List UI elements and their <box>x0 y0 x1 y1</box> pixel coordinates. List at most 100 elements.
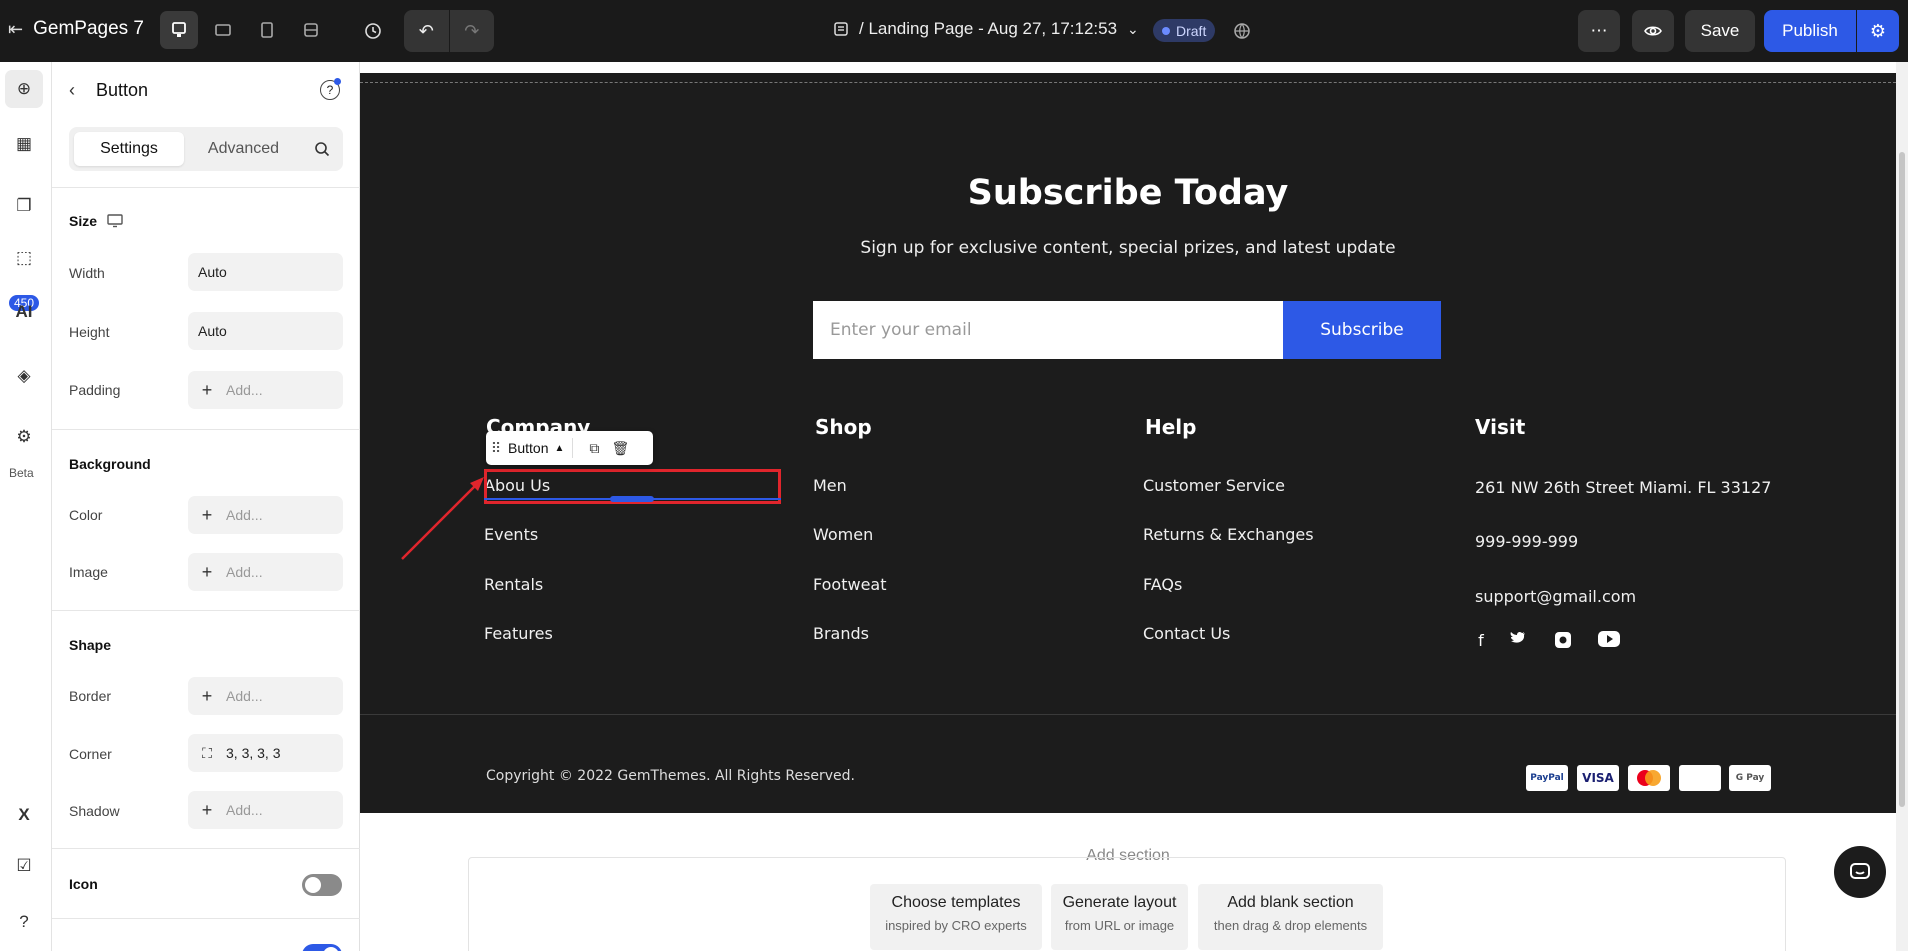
mastercard-icon <box>1637 770 1661 786</box>
youtube-icon[interactable] <box>1597 631 1621 647</box>
ai-button[interactable]: AI <box>5 293 43 331</box>
page-selector[interactable]: / Landing Page - Aug 27, 17:12:53 ⌄ <box>833 19 1139 39</box>
copyright-text[interactable]: Copyright © 2022 GemThemes. All Rights R… <box>486 768 855 784</box>
choose-templates-card[interactable]: Choose templates inspired by CRO experts <box>870 884 1042 950</box>
drag-handle-icon[interactable]: ⠿ <box>486 440 506 457</box>
add-blank-section-card[interactable]: Add blank section then drag & drop eleme… <box>1198 884 1383 950</box>
trash-icon[interactable]: 🗑 <box>607 440 633 457</box>
footer-link[interactable]: Women <box>813 525 873 544</box>
history-button[interactable] <box>353 11 393 51</box>
color-value: Add... <box>226 507 263 523</box>
footer-link[interactable]: Features <box>484 624 553 643</box>
redo-icon: ↷ <box>464 20 480 41</box>
theme-button[interactable]: ⚙ <box>5 418 43 456</box>
search-settings-button[interactable] <box>305 132 339 166</box>
width-label: Width <box>69 265 105 281</box>
email-text[interactable]: support@gmail.com <box>1475 587 1636 606</box>
padding-value: Add... <box>226 382 263 398</box>
redo-button[interactable]: ↷ <box>450 10 495 52</box>
phone-text[interactable]: 999-999-999 <box>1475 532 1578 551</box>
image-label: Image <box>69 564 108 580</box>
save-button[interactable]: Save <box>1685 10 1755 52</box>
paypal-label: PayPal <box>1530 773 1564 783</box>
tab-advanced[interactable]: Advanced <box>191 132 296 166</box>
border-field[interactable]: + Add... <box>188 677 343 715</box>
undo-button[interactable]: ↶ <box>404 10 449 52</box>
more-options-button[interactable]: ⋯ <box>1578 10 1620 52</box>
desktop-view-button[interactable] <box>160 11 198 49</box>
publish-settings-button[interactable]: ⚙ <box>1857 10 1899 52</box>
add-element-button[interactable]: ⊕ <box>5 70 43 108</box>
height-field[interactable]: Auto <box>188 312 343 350</box>
next-toggle[interactable] <box>302 944 342 951</box>
footer-link[interactable]: Contact Us <box>1143 624 1230 643</box>
column-heading-shop[interactable]: Shop <box>815 415 872 439</box>
size-title: Size <box>69 213 98 229</box>
tablet-landscape-view-button[interactable] <box>204 11 242 49</box>
footer-link[interactable]: Footweat <box>813 575 887 594</box>
shadow-field[interactable]: + Add... <box>188 791 343 829</box>
instagram-icon[interactable] <box>1553 631 1573 649</box>
facebook-icon[interactable]: f <box>1473 631 1489 650</box>
card-subtitle: from URL or image <box>1064 918 1175 933</box>
checklist-button[interactable]: ☑ <box>5 847 43 885</box>
integrations-button[interactable]: X <box>5 796 43 834</box>
width-field[interactable]: Auto <box>188 253 343 291</box>
footer-link[interactable]: Events <box>484 525 538 544</box>
element-type-label[interactable]: Button <box>506 440 554 456</box>
status-badge: Draft <box>1153 19 1216 42</box>
layers-icon: ◈ <box>17 366 31 385</box>
more-icon: ⋯ <box>1590 21 1608 40</box>
question-icon: ? <box>19 912 29 931</box>
history-icon <box>365 23 381 39</box>
canvas-scrollbar[interactable] <box>1896 62 1908 951</box>
pages-button[interactable]: ❐ <box>5 187 43 225</box>
subscribe-button[interactable]: Subscribe <box>1283 301 1441 359</box>
address-text[interactable]: 261 NW 26th Street Miami. FL 33127 <box>1475 478 1771 497</box>
image-field[interactable]: + Add... <box>188 553 343 591</box>
panel-header: ‹ Button ? <box>52 62 360 120</box>
footer-link[interactable]: Men <box>813 476 847 495</box>
store-button[interactable]: ⬚ <box>5 239 43 277</box>
preview-button[interactable] <box>1632 10 1674 52</box>
publish-button[interactable]: Publish <box>1764 10 1856 52</box>
settings-panel: ‹ Button ? Settings Advanced Size Width … <box>52 62 360 951</box>
icon-toggle[interactable] <box>302 874 342 896</box>
footer-link[interactable]: Brands <box>813 624 869 643</box>
help-button[interactable]: ? <box>5 903 43 941</box>
color-field[interactable]: + Add... <box>188 496 343 534</box>
corner-field[interactable]: ⛶ 3, 3, 3, 3 <box>188 734 343 772</box>
back-arrow-icon[interactable]: ‹ <box>69 80 75 101</box>
column-heading-visit[interactable]: Visit <box>1475 415 1525 439</box>
footer-link[interactable]: Rentals <box>484 575 543 594</box>
generate-layout-card[interactable]: Generate layout from URL or image <box>1051 884 1188 950</box>
column-heading-help[interactable]: Help <box>1145 415 1196 439</box>
twitter-icon[interactable] <box>1509 631 1527 645</box>
email-input[interactable]: Enter your email <box>813 301 1283 359</box>
footer-section: Subscribe Today Sign up for exclusive co… <box>360 73 1896 813</box>
exit-icon[interactable]: ⇤ <box>8 19 23 40</box>
collaboration-button[interactable] <box>1222 11 1262 51</box>
footer-link[interactable]: Customer Service <box>1143 476 1285 495</box>
sections-button[interactable]: ▦ <box>5 125 43 163</box>
subscribe-heading[interactable]: Subscribe Today <box>360 173 1896 213</box>
device-switcher <box>160 11 330 49</box>
footer-link[interactable]: FAQs <box>1143 575 1182 594</box>
subscribe-text[interactable]: Sign up for exclusive content, special p… <box>360 238 1896 258</box>
duplicate-icon[interactable]: ⧉ <box>581 440 607 457</box>
caret-up-icon[interactable]: ▲ <box>554 443 564 454</box>
mobile-view-button[interactable] <box>292 11 330 49</box>
layers-button[interactable]: ◈ <box>5 357 43 395</box>
tablet-view-button[interactable] <box>248 11 286 49</box>
desktop-icon <box>107 214 123 228</box>
shadow-value: Add... <box>226 802 263 818</box>
tab-settings[interactable]: Settings <box>74 132 184 166</box>
plus-icon: + <box>201 504 213 525</box>
footer-link[interactable]: Returns & Exchanges <box>1143 525 1314 544</box>
chat-button[interactable] <box>1834 846 1886 898</box>
resize-handle[interactable] <box>610 496 654 502</box>
visa-label: VISA <box>1582 771 1614 785</box>
padding-field[interactable]: + Add... <box>188 371 343 409</box>
gpay-label: G Pay <box>1735 773 1765 783</box>
plus-icon: + <box>201 561 213 582</box>
